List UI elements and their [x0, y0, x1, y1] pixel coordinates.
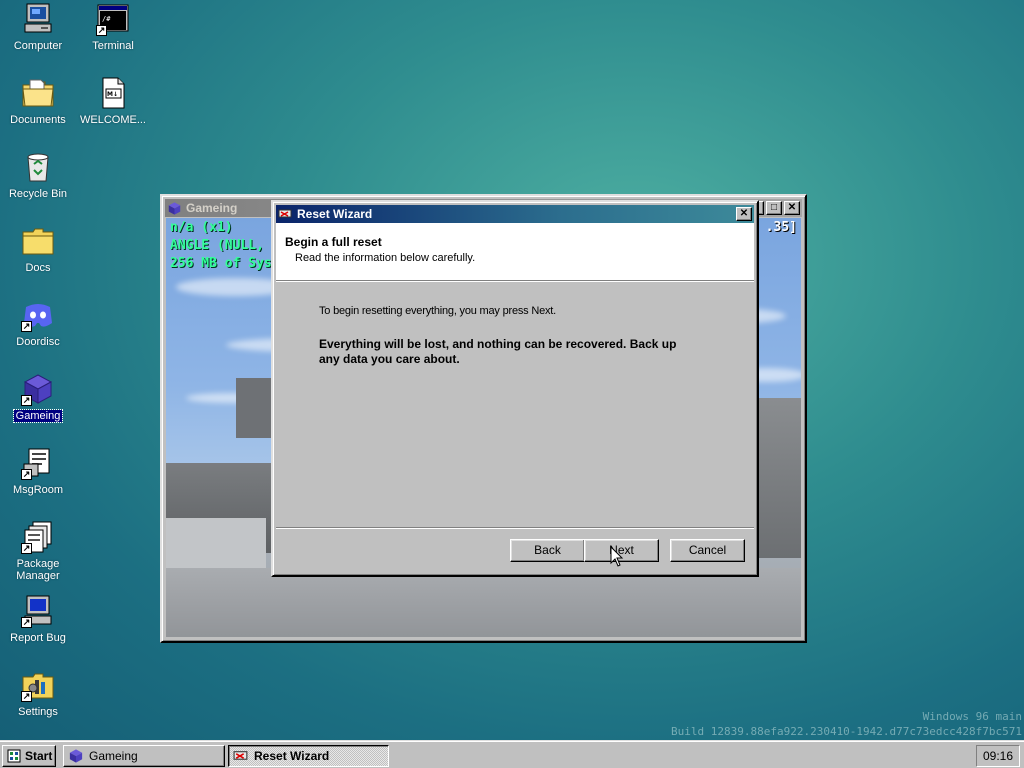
documents-folder-icon — [21, 76, 55, 110]
icon-label: MsgRoom — [12, 484, 64, 496]
cancel-button[interactable]: Cancel — [670, 539, 745, 562]
start-button[interactable]: Start — [2, 745, 56, 767]
icon-label: Package Manager — [16, 558, 60, 582]
build-watermark: Windows 96 main Build 12839.88efa922.230… — [671, 709, 1022, 739]
reset-wizard-titlebar[interactable]: Reset Wizard ✕ — [276, 205, 754, 223]
build-number: Build 12839.88efa922.230410-1942.d77c73e… — [671, 725, 1022, 738]
shortcut-arrow-icon: ↗ — [21, 617, 32, 628]
shortcut-arrow-icon: ↗ — [21, 395, 32, 406]
game-block — [236, 378, 272, 438]
cube-icon — [167, 201, 182, 216]
icon-label: Terminal — [92, 40, 134, 52]
desktop-icon-settings[interactable]: ↗ Settings — [2, 668, 74, 718]
taskbar-item-gameing[interactable]: Gameing — [63, 745, 225, 767]
icon-label: WELCOME... — [79, 114, 146, 126]
settings-icon: ↗ — [21, 668, 55, 702]
report-bug-icon: ↗ — [21, 594, 55, 628]
clock[interactable]: 09:16 — [976, 745, 1020, 767]
icon-label: Documents — [10, 114, 66, 126]
icon-label: Computer — [13, 40, 63, 52]
taskbar-item-label: Reset Wizard — [254, 749, 330, 763]
icon-label: Docs — [25, 262, 51, 274]
shortcut-arrow-icon: ↗ — [21, 321, 32, 332]
terminal-icon: /# ↗ — [96, 2, 130, 36]
taskbar: Start Gameing Reset Wizard 09:16 — [0, 740, 1024, 768]
recycle-bin-icon — [21, 150, 55, 184]
icon-label: Report Bug — [10, 632, 66, 644]
folder-icon — [21, 224, 55, 258]
taskbar-item-label: Gameing — [89, 749, 138, 763]
hud-fps-line: n/a (x1) — [170, 220, 233, 235]
wizard-instruction: To begin resetting everything, you may p… — [319, 305, 557, 317]
close-button[interactable]: ✕ — [784, 201, 800, 215]
wizard-subheading: Read the information below carefully. — [295, 252, 476, 264]
desktop-icon-terminal[interactable]: /# ↗ Terminal — [77, 2, 149, 52]
wizard-body: To begin resetting everything, you may p… — [319, 305, 699, 367]
maximize-button[interactable]: □ — [766, 201, 782, 215]
computer-icon — [21, 2, 55, 36]
wizard-heading: Begin a full reset — [285, 235, 382, 249]
icon-label: Settings — [18, 706, 58, 718]
start-logo-icon — [7, 749, 21, 763]
game-floor — [166, 568, 801, 637]
shortcut-arrow-icon: ↗ — [96, 25, 107, 36]
hud-memory-line: 256 MB of Sys — [170, 256, 272, 271]
close-button[interactable]: ✕ — [736, 207, 752, 221]
desktop: Computer Documents Recycle Bin Docs ↗ Do… — [0, 0, 1024, 740]
shortcut-arrow-icon: ↗ — [21, 691, 32, 702]
cube-icon — [68, 748, 84, 764]
doordisc-icon: ↗ — [21, 298, 55, 332]
icon-label: Doordisc — [16, 336, 60, 348]
wizard-separator — [276, 527, 754, 529]
desktop-icon-report-bug[interactable]: ↗ Report Bug — [2, 594, 74, 644]
build-os-name: Windows 96 main — [922, 710, 1022, 723]
shortcut-arrow-icon: ↗ — [21, 469, 32, 480]
hud-renderer-line: ANGLE (NULL, ( — [170, 238, 280, 253]
reset-wizard-dialog[interactable]: Reset Wizard ✕ Begin a full reset Read t… — [271, 200, 759, 577]
taskbar-item-reset-wizard[interactable]: Reset Wizard — [228, 745, 389, 767]
icon-label: Recycle Bin — [8, 188, 68, 200]
start-label: Start — [25, 749, 53, 763]
desktop-icon-msgroom[interactable]: ↗ MsgRoom — [2, 446, 74, 496]
desktop-icon-doordisc[interactable]: ↗ Doordisc — [2, 298, 74, 348]
svg-text:/#: /# — [102, 15, 111, 23]
back-button[interactable]: Back — [510, 539, 585, 562]
desktop-icon-documents[interactable]: Documents — [2, 76, 74, 126]
desktop-icon-welcome[interactable]: M↓ WELCOME... — [77, 76, 149, 126]
window-title: Reset Wizard — [297, 207, 373, 221]
mouse-cursor-icon — [610, 546, 624, 567]
desktop-icon-gameing[interactable]: ↗ Gameing — [2, 372, 74, 423]
shortcut-arrow-icon: ↗ — [21, 543, 32, 554]
svg-text:M↓: M↓ — [107, 91, 118, 98]
icon-label: Gameing — [12, 409, 64, 423]
wizard-warning: Everything will be lost, and nothing can… — [319, 337, 677, 366]
reset-wizard-icon — [278, 207, 293, 221]
msgroom-icon: ↗ — [21, 446, 55, 480]
wizard-header: Begin a full reset Read the information … — [276, 223, 754, 281]
package-manager-icon: ↗ — [21, 520, 55, 554]
desktop-icon-package-manager[interactable]: ↗ Package Manager — [2, 520, 74, 582]
desktop-icon-computer[interactable]: Computer — [2, 2, 74, 52]
desktop-icon-recycle-bin[interactable]: Recycle Bin — [2, 150, 74, 200]
reset-wizard-icon — [233, 748, 249, 764]
cube-icon: ↗ — [21, 372, 55, 406]
game-block — [756, 398, 801, 558]
markdown-file-icon: M↓ — [96, 76, 130, 110]
desktop-icon-docs[interactable]: Docs — [2, 224, 74, 274]
